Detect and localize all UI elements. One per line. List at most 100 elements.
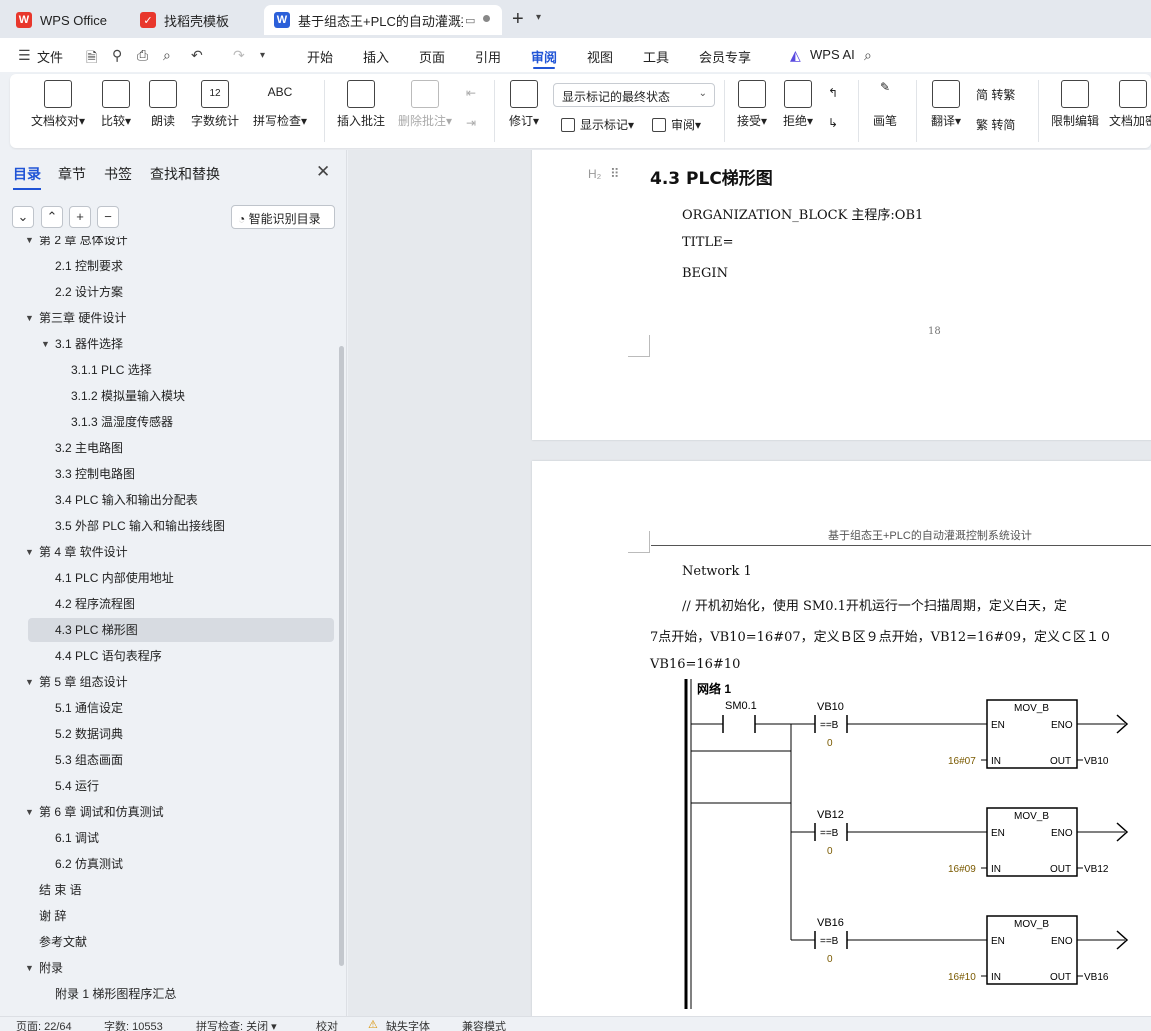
menu-wps-ai[interactable]: WPS AI <box>810 47 855 62</box>
doc-encrypt-button[interactable]: 文档加密 <box>1108 80 1151 129</box>
menu-insert[interactable]: 插入 <box>363 47 389 66</box>
add-heading-button[interactable]: + <box>69 206 91 228</box>
screen-icon[interactable]: ▭ <box>465 14 475 27</box>
markup-state-select[interactable]: 显示标记的最终状态 ⌄ <box>553 83 715 107</box>
spell-check-button[interactable]: ABC 拼写检查▾ <box>250 80 310 129</box>
drag-handle-icon[interactable]: ⠿ <box>610 166 620 182</box>
toc-item[interactable]: 3.5 外部 PLC 输入和输出接线图 <box>55 514 225 538</box>
toc-item[interactable]: 2.1 控制要求 <box>55 254 123 278</box>
nav-tab-bookmarks[interactable]: 书签 <box>104 164 132 184</box>
expand-triangle-icon[interactable]: ▼ <box>25 236 34 252</box>
expand-triangle-icon[interactable]: ▼ <box>25 670 34 694</box>
undo-icon[interactable]: ↶ <box>191 47 203 64</box>
save-icon[interactable]: 🗎 <box>86 47 97 71</box>
tab-wps-office[interactable]: W WPS Office <box>6 5 124 35</box>
menu-member[interactable]: 会员专享 <box>699 47 751 66</box>
expand-triangle-icon[interactable]: ▼ <box>25 800 34 824</box>
pen-button[interactable]: ✎ 画笔 <box>870 80 900 129</box>
next-comment-icon[interactable]: ⇥ <box>466 116 476 130</box>
menu-review[interactable]: 审阅 <box>531 47 557 69</box>
smart-toc-button[interactable]: ◔ 智能识别目录 <box>231 205 335 229</box>
simp-to-trad-button[interactable]: 简 转繁 <box>976 86 1015 103</box>
search-icon[interactable]: ⌕ <box>864 47 872 64</box>
toc-item[interactable]: ▼ 第 6 章 调试和仿真测试 <box>25 800 164 824</box>
nav-tab-find-replace[interactable]: 查找和替换 <box>150 164 220 184</box>
toc-item[interactable]: 5.1 通信设定 <box>55 696 123 720</box>
toc-item[interactable]: 3.1.2 模拟量输入模块 <box>71 384 185 408</box>
toc-item[interactable]: ▼ 第 2 章 总体设计 <box>25 236 128 252</box>
selection-box[interactable] <box>690 750 792 804</box>
tab-template[interactable]: ✓ 找稻壳模板 <box>130 5 258 35</box>
toc-item[interactable]: 5.2 数据词典 <box>55 722 123 746</box>
expand-up-button[interactable]: ⌃ <box>41 206 63 228</box>
toc-item[interactable]: 4.3 PLC 梯形图 <box>55 618 138 642</box>
expand-triangle-icon[interactable]: ▼ <box>25 306 34 330</box>
nav-tab-sections[interactable]: 章节 <box>58 164 86 184</box>
share-icon[interactable]: ⚲ <box>112 47 122 64</box>
print-preview-icon[interactable]: ⌕ <box>163 47 171 64</box>
nav-tab-toc[interactable]: 目录 <box>13 164 41 190</box>
next-change-icon[interactable]: ↳ <box>828 116 838 130</box>
toc-item[interactable]: ▼ 附录 <box>25 956 63 980</box>
insert-comment-button[interactable]: 插入批注 <box>336 80 386 129</box>
toc-item[interactable]: 4.4 PLC 语句表程序 <box>55 644 162 668</box>
heading-level-marker[interactable]: H₂ <box>588 167 601 181</box>
doc-proof-button[interactable]: 文档校对▾ <box>30 80 86 129</box>
expand-triangle-icon[interactable]: ▼ <box>41 332 50 356</box>
menu-page[interactable]: 页面 <box>419 47 445 66</box>
remove-heading-button[interactable]: − <box>97 206 119 228</box>
delete-comment-button[interactable]: 删除批注▾ <box>396 80 454 129</box>
read-aloud-button[interactable]: 朗读 <box>148 80 178 129</box>
status-missing-font[interactable]: 缺失字体 <box>386 1018 430 1031</box>
toc-item[interactable]: 3.4 PLC 输入和输出分配表 <box>55 488 198 512</box>
new-tab-plus-icon[interactable]: + <box>512 8 524 31</box>
toc-item[interactable]: 4.2 程序流程图 <box>55 592 135 616</box>
toc-item[interactable]: 参考文献 <box>39 930 87 954</box>
toc-item[interactable]: 3.2 主电路图 <box>55 436 123 460</box>
prev-comment-icon[interactable]: ⇤ <box>466 86 476 100</box>
expand-triangle-icon[interactable]: ▼ <box>25 540 34 564</box>
print-icon[interactable]: ⎙ <box>137 47 148 64</box>
toc-item[interactable]: 结 束 语 <box>39 878 82 902</box>
status-word-count[interactable]: 字数: 10553 <box>104 1018 163 1031</box>
trad-to-simp-button[interactable]: 繁 转简 <box>976 116 1015 133</box>
review-pane-button[interactable]: 审阅 ▾ <box>652 116 701 133</box>
status-page[interactable]: 页面: 22/64 <box>16 1018 72 1031</box>
chevron-down-icon[interactable]: ▾ <box>260 50 265 61</box>
toc-item[interactable]: 5.3 组态画面 <box>55 748 123 772</box>
revise-button[interactable]: 修订▾ <box>506 80 542 129</box>
prev-change-icon[interactable]: ↰ <box>828 86 838 100</box>
translate-button[interactable]: 翻译▾ <box>928 80 964 129</box>
word-count-button[interactable]: 12 字数统计 <box>190 80 240 129</box>
toc-item[interactable]: ▼ 第 4 章 软件设计 <box>25 540 128 564</box>
restrict-edit-button[interactable]: 限制编辑 <box>1050 80 1100 129</box>
close-icon[interactable]: ✕ <box>316 162 330 182</box>
toc-item[interactable]: 5.4 运行 <box>55 774 99 798</box>
toc-item[interactable]: 6.1 调试 <box>55 826 99 850</box>
accept-button[interactable]: 接受▾ <box>734 80 770 129</box>
toc-item[interactable]: ▼ 第 5 章 组态设计 <box>25 670 128 694</box>
redo-icon[interactable]: ↷ <box>233 47 245 64</box>
menu-file[interactable]: 文件 <box>37 47 63 66</box>
status-proof[interactable]: 校对 <box>316 1018 338 1031</box>
menu-reference[interactable]: 引用 <box>475 47 501 66</box>
reject-button[interactable]: 拒绝▾ <box>780 80 816 129</box>
hamburger-icon[interactable]: ☰ <box>18 47 31 64</box>
compare-button[interactable]: 比较▾ <box>98 80 134 129</box>
collapse-all-button[interactable]: ⌄ <box>12 206 34 228</box>
wps-ai-icon[interactable]: ◭ <box>790 47 801 64</box>
toc-item[interactable]: 2.2 设计方案 <box>55 280 123 304</box>
toc-item[interactable]: 3.1.1 PLC 选择 <box>71 358 152 382</box>
chevron-down-icon[interactable]: ▾ <box>536 12 541 23</box>
status-spell-check[interactable]: 拼写检查: 关闭 ▾ <box>196 1018 277 1031</box>
toc-item[interactable]: 附录 1 梯形图程序汇总 <box>55 982 176 1006</box>
toc-item[interactable]: 4.1 PLC 内部使用地址 <box>55 566 174 590</box>
toc-item[interactable]: 3.3 控制电路图 <box>55 462 135 486</box>
show-markup-button[interactable]: 显示标记 ▾ <box>561 116 634 133</box>
menu-view[interactable]: 视图 <box>587 47 613 66</box>
toc-item[interactable]: 6.2 仿真测试 <box>55 852 123 876</box>
menu-home[interactable]: 开始 <box>307 47 333 66</box>
toc-item[interactable]: 3.1.3 温湿度传感器 <box>71 410 173 434</box>
toc-scrollbar[interactable] <box>339 346 344 966</box>
toc-item[interactable]: 谢 辞 <box>39 904 66 928</box>
